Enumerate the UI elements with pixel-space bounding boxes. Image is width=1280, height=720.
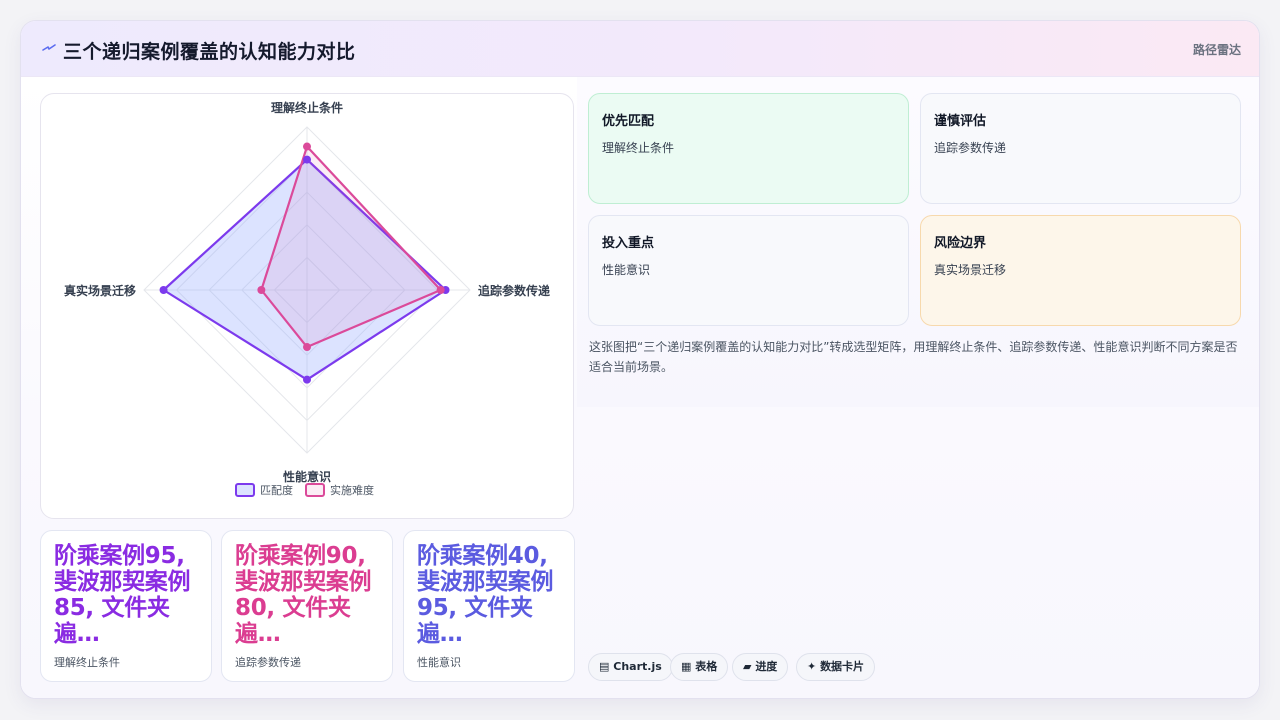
tag-data-card[interactable]: ✦ 数据卡片 — [796, 653, 876, 681]
table-icon: ▦ — [681, 660, 692, 673]
metric-card-1[interactable]: 阶乘案例95, 斐波那契案例85, 文件夹遍… 理解终止条件 — [40, 530, 212, 682]
quadrant-value: 追踪参数传递 — [934, 141, 1007, 155]
metric-label: 理解终止条件 — [54, 656, 120, 669]
metric-value: 阶乘案例40, 斐波那契案例95, 文件夹遍… — [417, 543, 554, 647]
sparkle-icon: ✦ — [807, 660, 817, 673]
tag-label: Chart.js — [613, 660, 662, 673]
legend-label: 匹配度 — [260, 483, 293, 497]
radar-axis-label: 性能意识 — [282, 469, 331, 484]
radar-point — [436, 286, 445, 294]
dashboard-card: 三个递归案例覆盖的认知能力对比 路径雷达 理解终止条件 追踪参数传递 性能意识 真实场… — [20, 20, 1260, 699]
quadrant-title: 谨慎评估 — [934, 114, 987, 129]
quadrant-card-risk[interactable]: 风险边界 真实场景迁移 — [920, 215, 1241, 326]
lightning-icon — [42, 44, 56, 51]
tag-label: 进度 — [755, 660, 778, 673]
quadrant-value: 理解终止条件 — [602, 141, 675, 155]
radar-axis-label: 真实场景迁移 — [64, 283, 136, 298]
quadrant-card-caution[interactable]: 谨慎评估 追踪参数传递 — [920, 93, 1241, 204]
metric-label: 性能意识 — [417, 656, 461, 669]
metric-card-3[interactable]: 阶乘案例40, 斐波那契案例95, 文件夹遍… 性能意识 — [403, 530, 575, 682]
radar-point — [303, 343, 311, 352]
radar-point — [303, 155, 311, 164]
radar-point — [303, 142, 311, 151]
tag-label: 表格 — [695, 660, 718, 673]
metric-value: 阶乘案例90, 斐波那契案例80, 文件夹遍… — [235, 543, 372, 647]
quadrant-card-focus[interactable]: 投入重点 性能意识 — [588, 215, 909, 326]
metric-card-2[interactable]: 阶乘案例90, 斐波那契案例80, 文件夹遍… 追踪参数传递 — [221, 530, 393, 682]
header-view-label[interactable]: 路径雷达 — [1193, 41, 1241, 58]
progress-icon: ▰ — [743, 660, 752, 673]
page-title: 三个递归案例覆盖的认知能力对比 — [63, 41, 356, 63]
legend-swatch — [305, 483, 325, 497]
chart-description: 这张图把“三个递归案例覆盖的认知能力对比”转成选型矩阵，用理解终止条件、追踪参数… — [589, 340, 1238, 374]
radar-point — [257, 286, 266, 294]
quadrant-title: 风险边界 — [934, 236, 987, 251]
radar-axis-label: 追踪参数传递 — [478, 283, 550, 298]
tag-label: 数据卡片 — [820, 660, 865, 673]
quadrant-value: 真实场景迁移 — [934, 263, 1007, 277]
radar-chart: 理解终止条件追踪参数传递性能意识 真实场景迁移匹配度 实施难度 — [64, 100, 550, 497]
tag-table[interactable]: ▦ 表格 — [670, 653, 729, 681]
quadrant-title: 投入重点 — [602, 236, 655, 251]
radar-chart-panel: 理解终止条件追踪参数传递性能意识 真实场景迁移匹配度 实施难度 — [40, 93, 574, 519]
radar-axis-label: 理解终止条件 — [271, 100, 343, 115]
tag-chartjs[interactable]: ▤ Chart.js — [588, 653, 673, 681]
quadrant-title: 优先匹配 — [602, 114, 655, 129]
card-header: 三个递归案例覆盖的认知能力对比 路径雷达 — [21, 21, 1259, 77]
metric-value: 阶乘案例95, 斐波那契案例85, 文件夹遍… — [54, 543, 191, 647]
quadrant-value: 性能意识 — [602, 263, 651, 277]
radar-point — [303, 375, 311, 384]
legend-swatch — [235, 483, 255, 497]
radar-point — [159, 286, 168, 294]
chart-icon: ▤ — [599, 660, 610, 673]
legend-label: 实施难度 — [330, 483, 374, 497]
quadrant-card-priority[interactable]: 优先匹配 理解终止条件 — [588, 93, 909, 204]
tag-progress[interactable]: ▰ 进度 — [732, 653, 789, 681]
metric-label: 追踪参数传递 — [235, 656, 301, 669]
